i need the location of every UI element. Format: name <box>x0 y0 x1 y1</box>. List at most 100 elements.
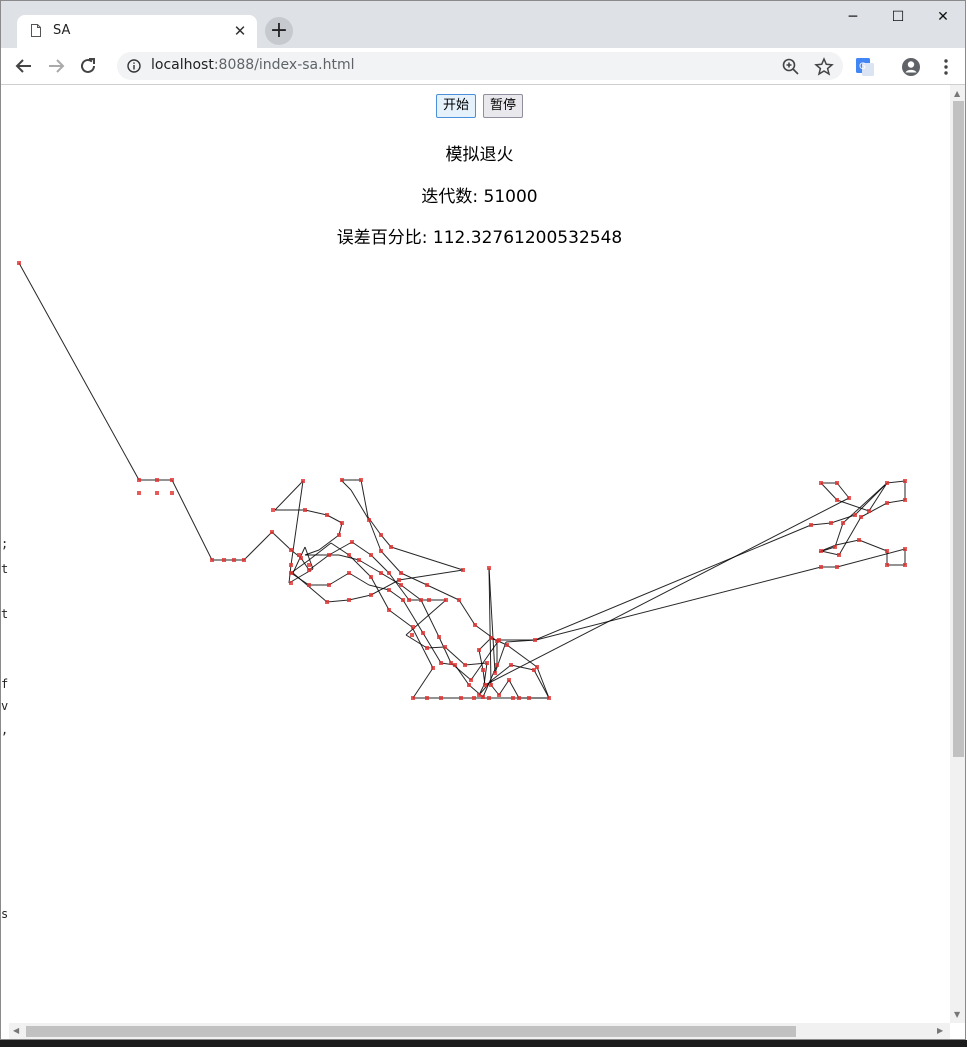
scroll-up-icon[interactable]: ▲ <box>954 89 960 98</box>
translate-icon[interactable]: G <box>854 56 876 78</box>
city-point <box>859 515 863 519</box>
scroll-down-icon[interactable]: ▼ <box>954 1010 960 1019</box>
url-text[interactable]: localhost:8088/index-sa.html <box>151 57 354 73</box>
city-point <box>303 508 307 512</box>
route-segment <box>498 679 510 696</box>
route-segment <box>535 566 822 641</box>
start-button[interactable]: 开始 <box>435 94 476 118</box>
vertical-scrollbar[interactable]: ▲ ▼ <box>950 85 965 1023</box>
route-segment <box>308 542 332 561</box>
route-segment <box>348 594 372 601</box>
left-edge: ; t t f v , s <box>1 85 9 1039</box>
route-segment <box>171 479 213 561</box>
city-point <box>232 558 236 562</box>
back-icon[interactable] <box>11 53 37 79</box>
minimize-icon[interactable]: ─ <box>830 3 876 31</box>
city-point <box>903 498 907 502</box>
city-point <box>903 479 907 483</box>
route-segment <box>820 550 840 556</box>
star-icon[interactable] <box>814 57 834 77</box>
city-point <box>495 663 499 667</box>
forward-icon[interactable] <box>43 53 69 79</box>
route-segment <box>810 522 832 526</box>
city-point <box>473 623 477 627</box>
route-segment <box>405 634 428 649</box>
menu-icon[interactable] <box>935 56 957 78</box>
city-point <box>301 479 305 483</box>
city-point <box>467 683 471 687</box>
city-point <box>401 598 405 602</box>
address-bar[interactable]: localhost:8088/index-sa.html <box>117 52 843 80</box>
city-point <box>439 696 443 700</box>
info-icon[interactable] <box>127 59 141 73</box>
scroll-left-icon[interactable]: ◀ <box>13 1026 19 1035</box>
city-point <box>505 643 509 647</box>
svg-text:G: G <box>859 62 866 72</box>
city-point <box>327 583 331 587</box>
city-point <box>347 553 351 557</box>
city-point <box>407 598 411 602</box>
city-point <box>369 553 373 557</box>
city-point <box>431 666 435 670</box>
city-point <box>307 563 311 567</box>
horizontal-scrollbar[interactable]: ◀ ▶ <box>9 1023 950 1039</box>
city-point <box>437 635 441 639</box>
city-point <box>242 558 246 562</box>
city-point <box>489 636 493 640</box>
city-point <box>340 521 344 525</box>
route-segment <box>534 524 812 641</box>
route-segment <box>842 482 888 524</box>
pause-button[interactable]: 暂停 <box>483 94 524 118</box>
route-canvas <box>17 261 907 700</box>
city-point <box>459 696 463 700</box>
city-point <box>289 581 293 585</box>
city-point <box>411 696 415 700</box>
route-segment <box>388 609 413 628</box>
maximize-icon[interactable]: ☐ <box>875 3 921 31</box>
route-segment <box>390 546 464 571</box>
city-point <box>17 261 21 265</box>
vertical-scroll-thumb[interactable] <box>953 101 964 757</box>
city-point <box>425 583 429 587</box>
city-point <box>222 558 226 562</box>
city-point <box>439 661 443 665</box>
route-segment <box>388 589 404 601</box>
city-point <box>170 491 174 495</box>
city-point <box>289 571 293 575</box>
route-segment <box>412 667 434 699</box>
city-point <box>325 600 329 604</box>
route-segment <box>536 666 550 699</box>
zoom-icon[interactable] <box>781 57 801 77</box>
route-segment <box>370 579 400 596</box>
close-window-icon[interactable]: ✕ <box>920 3 965 31</box>
city-point <box>477 648 481 652</box>
city-point <box>487 696 491 700</box>
city-point <box>359 478 363 482</box>
route-segment <box>243 531 273 561</box>
city-point <box>389 545 393 549</box>
title-bar: SA ✕ + ─ ☐ ✕ <box>1 1 965 48</box>
city-point <box>137 478 141 482</box>
city-point <box>903 563 907 567</box>
close-icon[interactable]: ✕ <box>231 22 249 40</box>
city-point <box>509 663 513 667</box>
city-point <box>449 661 453 665</box>
city-point <box>847 496 851 500</box>
city-point <box>155 478 159 482</box>
city-point <box>481 695 485 699</box>
route-segment <box>836 548 906 568</box>
city-point <box>885 563 889 567</box>
city-point <box>885 549 889 553</box>
city-point <box>347 571 351 575</box>
horizontal-scroll-thumb[interactable] <box>26 1026 796 1037</box>
browser-tab[interactable]: SA ✕ <box>17 15 257 48</box>
city-point <box>857 538 861 542</box>
plus-icon[interactable]: + <box>265 17 293 45</box>
city-point <box>841 521 845 525</box>
reload-icon[interactable] <box>75 53 101 79</box>
route-segment <box>438 636 452 664</box>
route-segment <box>360 479 369 518</box>
city-point <box>137 491 141 495</box>
scroll-right-icon[interactable]: ▶ <box>937 1026 943 1035</box>
account-icon[interactable] <box>900 56 922 78</box>
